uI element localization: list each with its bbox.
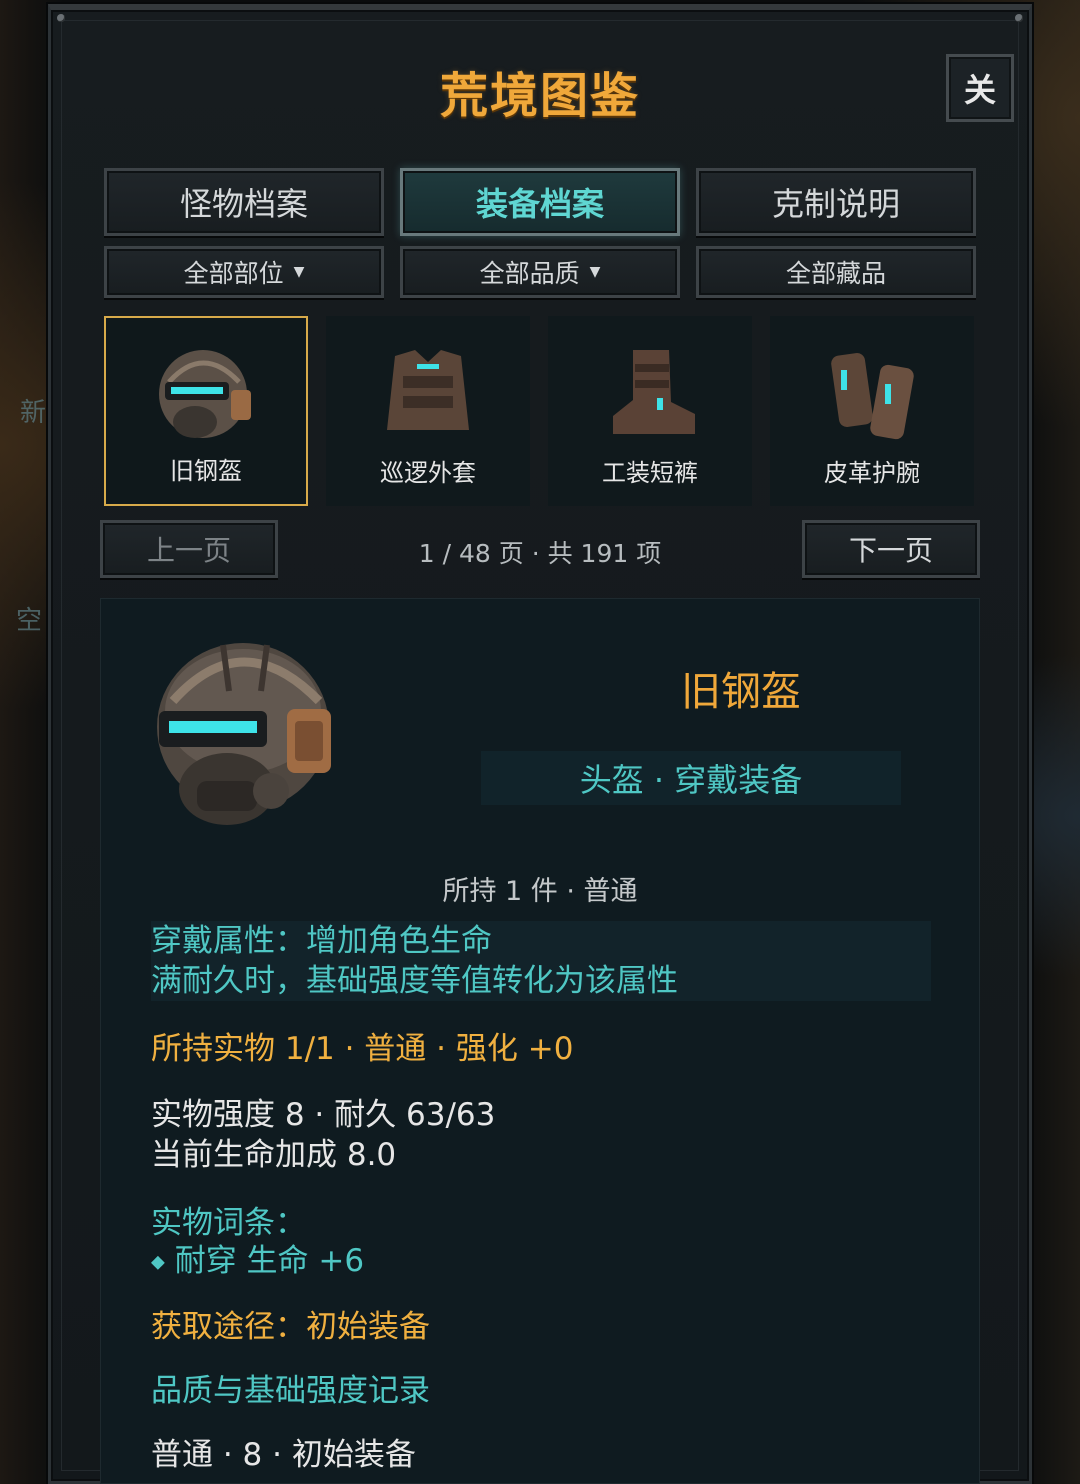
bracers-icon <box>831 353 914 440</box>
world-sign-text: 空 <box>16 606 43 636</box>
life-bonus: 当前生命加成 8.0 <box>151 1137 397 1173</box>
close-button[interactable]: 关 <box>946 54 1014 122</box>
boots-icon <box>613 350 695 434</box>
wear-attribute-text: 穿戴属性：增加角色生命 满耐久时，基础强度等值转化为该属性 <box>151 921 931 1001</box>
record-item: 普通 · 8 · 初始装备 <box>151 1437 416 1473</box>
helmet-icon <box>159 350 251 438</box>
affix-list-item: ◆ 耐穿 生命 +6 <box>151 1241 931 1283</box>
page-info: 1 / 48 页 · 共 191 项 <box>418 539 662 568</box>
filter-label: 全部部位 <box>183 259 284 288</box>
rivet-decoration <box>57 14 65 22</box>
helmet-icon <box>157 643 331 825</box>
filter-collection-toggle[interactable]: 全部藏品 <box>696 246 976 298</box>
item-card-bracers[interactable]: 皮革护腕 <box>770 316 974 506</box>
owned-count: 所持 1 件 · 普通 <box>442 876 638 907</box>
tab-counters[interactable]: 克制说明 <box>696 168 976 236</box>
filter-label: 全部品质 <box>479 259 580 288</box>
held-item-info: 所持实物 1/1 · 普通 · 强化 +0 <box>151 1031 574 1067</box>
item-card-vest[interactable]: 巡逻外套 <box>326 316 530 506</box>
tab-label: 克制说明 <box>771 185 900 223</box>
item-card-label: 巡逻外套 <box>380 459 476 487</box>
item-card-label: 旧钢盔 <box>170 457 242 485</box>
wear-attribute-line: 满耐久时，基础强度等值转化为该属性 <box>151 963 678 999</box>
rivet-decoration <box>1015 14 1023 22</box>
strength-durability: 实物强度 8 · 耐久 63/63 <box>151 1097 496 1133</box>
next-page-label: 下一页 <box>848 534 933 567</box>
caret-down-icon: ▼ <box>589 264 601 280</box>
caret-down-icon: ▼ <box>293 264 305 280</box>
record-title: 品质与基础强度记录 <box>151 1373 430 1409</box>
tab-equipment[interactable]: 装备档案 <box>400 168 680 236</box>
tab-label: 怪物档案 <box>179 185 308 223</box>
item-detail-panel: 旧钢盔 头盔 · 穿戴装备 所持 1 件 · 普通 穿戴属性：增加角色生命 满耐… <box>100 598 980 1484</box>
item-type: 头盔 · 穿戴装备 <box>481 751 901 805</box>
vest-icon <box>387 350 469 430</box>
wear-attribute-line: 穿戴属性：增加角色生命 <box>151 923 492 959</box>
next-page-button[interactable]: 下一页 <box>802 520 980 578</box>
filter-quality-dropdown[interactable]: 全部品质 ▼ <box>400 246 680 298</box>
item-card-helmet[interactable]: 旧钢盔 <box>104 316 308 506</box>
item-card-boots[interactable]: 工装短裤 <box>548 316 752 506</box>
filter-slot-dropdown[interactable]: 全部部位 ▼ <box>104 246 384 298</box>
item-name: 旧钢盔 <box>681 669 801 715</box>
close-label: 关 <box>963 71 996 109</box>
item-card-label: 工装短裤 <box>602 459 698 487</box>
prev-page-button[interactable]: 上一页 <box>100 520 278 578</box>
world-sign-text: 新 <box>20 398 47 428</box>
page-title: 荒境图鉴 <box>439 68 640 124</box>
source-info: 获取途径：初始装备 <box>151 1309 430 1345</box>
tab-monsters[interactable]: 怪物档案 <box>104 168 384 236</box>
affix-title: 实物词条： <box>151 1205 306 1241</box>
affix-text: 耐穿 生命 +6 <box>174 1243 365 1279</box>
tab-label: 装备档案 <box>475 185 604 223</box>
filter-label: 全部藏品 <box>785 259 886 288</box>
prev-page-label: 上一页 <box>146 534 231 567</box>
diamond-bullet-icon: ◆ <box>151 1251 165 1273</box>
item-card-label: 皮革护腕 <box>824 459 920 487</box>
